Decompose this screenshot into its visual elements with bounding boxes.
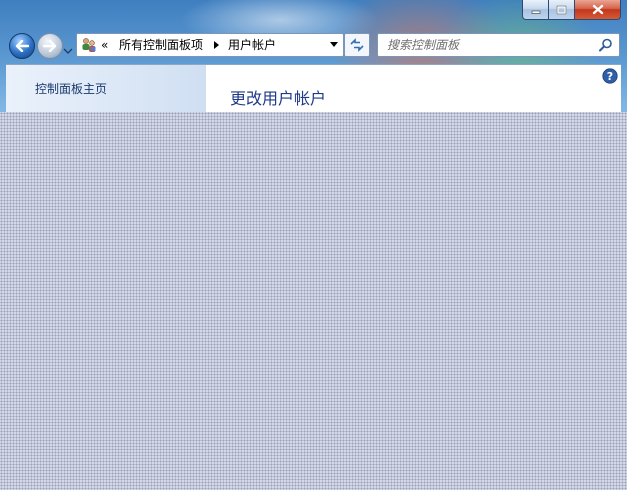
breadcrumb-user-accounts[interactable]: 用户帐户 [228, 34, 276, 56]
refresh-icon [350, 38, 364, 52]
back-arrow-icon [15, 40, 29, 52]
address-dropdown-button[interactable] [327, 35, 341, 55]
minimize-button[interactable] [522, 0, 549, 20]
address-overflow-chevron[interactable]: « [101, 35, 108, 55]
search-box[interactable] [377, 33, 620, 57]
maximize-button[interactable] [549, 0, 575, 20]
chevron-down-icon [63, 48, 73, 54]
svg-text:?: ? [607, 70, 613, 83]
back-button[interactable] [9, 33, 35, 59]
close-icon [592, 4, 603, 15]
maximize-icon [556, 5, 567, 14]
refresh-button[interactable] [344, 33, 370, 57]
address-bar[interactable]: « 所有控制面板项 用户帐户 [76, 33, 344, 57]
sidebar-item-control-panel-home[interactable]: 控制面板主页 [35, 80, 107, 97]
navigation-bar: « 所有控制面板项 用户帐户 [0, 28, 627, 62]
forward-button[interactable] [37, 33, 63, 59]
minimize-icon [531, 10, 540, 14]
breadcrumb-all-control-panel-items[interactable]: 所有控制面板项 [119, 34, 203, 56]
help-icon[interactable]: ? [602, 68, 618, 84]
dotted-overlay [0, 112, 627, 490]
page-title: 更改用户帐户 [230, 89, 327, 108]
close-button[interactable] [575, 0, 621, 20]
user-accounts-icon [81, 37, 97, 53]
search-input[interactable] [378, 34, 597, 56]
dropdown-arrow-icon [330, 42, 338, 47]
search-icon[interactable] [598, 37, 614, 53]
caption-buttons [522, 0, 621, 20]
forward-arrow-icon [43, 40, 57, 52]
recent-pages-button[interactable] [63, 41, 73, 54]
breadcrumb-separator-icon[interactable] [214, 41, 219, 49]
